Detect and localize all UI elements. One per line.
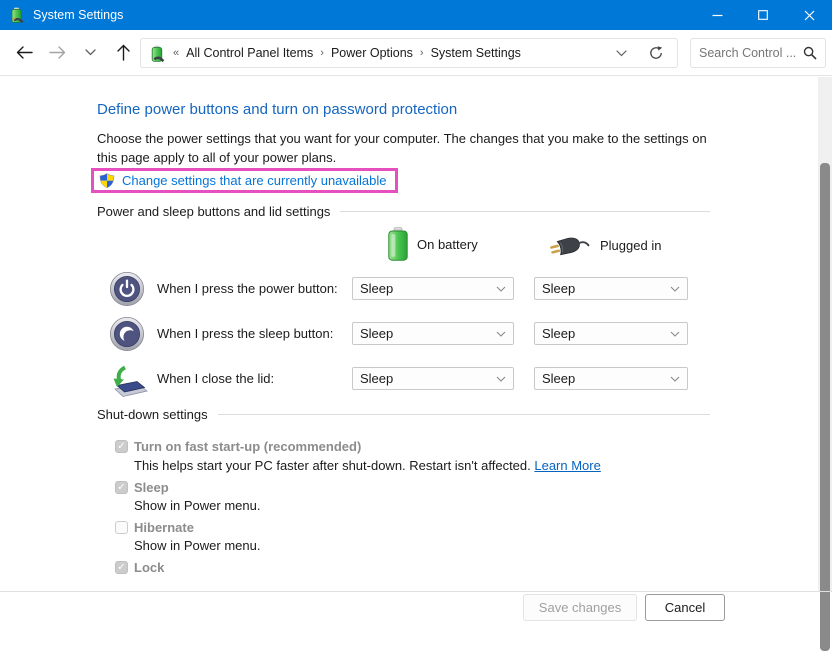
recent-pages-dropdown-icon[interactable] bbox=[74, 37, 107, 69]
sleep-option-description: Show in Power menu. bbox=[134, 498, 260, 513]
minimize-button[interactable] bbox=[694, 0, 740, 30]
sleep-option-label: Sleep bbox=[134, 480, 169, 495]
page-title: Define power buttons and turn on passwor… bbox=[97, 101, 457, 118]
sleep-checkbox[interactable]: ✓ bbox=[115, 481, 128, 494]
fast-startup-description: This helps start your PC faster after sh… bbox=[134, 458, 601, 473]
chevron-down-icon bbox=[496, 286, 506, 292]
dropdown-value: Sleep bbox=[542, 281, 575, 296]
title-bar: System Settings bbox=[0, 0, 832, 30]
hibernate-option: Hibernate bbox=[115, 520, 194, 535]
power-section-header: Power and sleep buttons and lid settings bbox=[97, 204, 710, 219]
change-settings-link[interactable]: Change settings that are currently unava… bbox=[122, 173, 387, 188]
fast-startup-label: Turn on fast start-up (recommended) bbox=[134, 439, 361, 454]
back-button[interactable] bbox=[8, 37, 41, 69]
section-divider bbox=[340, 211, 710, 212]
admin-link-highlight-box[interactable]: Change settings that are currently unava… bbox=[91, 168, 398, 193]
sleep-button-row-label: When I press the sleep button: bbox=[157, 326, 333, 341]
close-lid-plugged-in-dropdown[interactable]: Sleep bbox=[534, 367, 688, 390]
power-button-on-battery-dropdown[interactable]: Sleep bbox=[352, 277, 514, 300]
shutdown-section-title: Shut-down settings bbox=[97, 407, 208, 422]
power-button-plugged-in-dropdown[interactable]: Sleep bbox=[534, 277, 688, 300]
laptop-lid-icon bbox=[109, 365, 149, 398]
breadcrumb-item-all-control-panel-items[interactable]: All Control Panel Items bbox=[186, 46, 313, 60]
breadcrumb-separator: › bbox=[420, 47, 424, 59]
footer-divider bbox=[0, 591, 832, 592]
power-options-icon bbox=[149, 45, 166, 62]
sleep-option: ✓ Sleep bbox=[115, 480, 169, 495]
save-changes-button[interactable]: Save changes bbox=[523, 594, 637, 621]
sleep-button-on-battery-dropdown[interactable]: Sleep bbox=[352, 322, 514, 345]
fast-startup-checkbox[interactable]: ✓ bbox=[115, 440, 128, 453]
navigation-toolbar: « All Control Panel Items › Power Option… bbox=[0, 30, 832, 76]
dropdown-value: Sleep bbox=[542, 326, 575, 341]
plugged-in-column-header: Plugged in bbox=[549, 233, 661, 257]
fast-startup-option: ✓ Turn on fast start-up (recommended) bbox=[115, 439, 361, 454]
sleep-button-row: When I press the sleep button: Sleep Sle… bbox=[0, 316, 832, 356]
close-lid-row: When I close the lid: Sleep Sleep bbox=[0, 361, 832, 401]
fast-startup-description-text: This helps start your PC faster after sh… bbox=[134, 458, 534, 473]
dropdown-value: Sleep bbox=[360, 326, 393, 341]
section-divider bbox=[218, 414, 710, 415]
on-battery-label: On battery bbox=[417, 237, 478, 252]
shutdown-section-header: Shut-down settings bbox=[97, 407, 710, 422]
hibernate-checkbox[interactable] bbox=[115, 521, 128, 534]
up-button[interactable] bbox=[107, 37, 140, 69]
intro-text: Choose the power settings that you want … bbox=[97, 130, 713, 167]
close-lid-row-label: When I close the lid: bbox=[157, 371, 274, 386]
hibernate-option-label: Hibernate bbox=[134, 520, 194, 535]
forward-button[interactable] bbox=[41, 37, 74, 69]
search-input[interactable] bbox=[699, 46, 803, 60]
plugged-in-label: Plugged in bbox=[600, 238, 661, 253]
breadcrumb-separator: › bbox=[320, 47, 324, 59]
refresh-icon[interactable] bbox=[649, 46, 663, 60]
dropdown-value: Sleep bbox=[360, 281, 393, 296]
chevron-down-icon bbox=[496, 331, 506, 337]
lock-option: ✓ Lock bbox=[115, 560, 164, 575]
chevron-down-icon bbox=[670, 331, 680, 337]
close-lid-on-battery-dropdown[interactable]: Sleep bbox=[352, 367, 514, 390]
sleep-button-icon bbox=[109, 316, 145, 352]
search-icon[interactable] bbox=[803, 46, 817, 60]
chevron-down-icon bbox=[670, 286, 680, 292]
power-button-row: When I press the power button: Sleep Sle… bbox=[0, 271, 832, 311]
battery-icon bbox=[388, 227, 408, 261]
lock-checkbox[interactable]: ✓ bbox=[115, 561, 128, 574]
on-battery-column-header: On battery bbox=[388, 227, 478, 261]
maximize-button[interactable] bbox=[740, 0, 786, 30]
address-bar[interactable]: « All Control Panel Items › Power Option… bbox=[140, 38, 678, 68]
hibernate-option-description: Show in Power menu. bbox=[134, 538, 260, 553]
address-dropdown-icon[interactable] bbox=[616, 50, 627, 57]
learn-more-link[interactable]: Learn More bbox=[534, 458, 600, 473]
chevron-down-icon bbox=[670, 376, 680, 382]
search-box[interactable] bbox=[690, 38, 826, 68]
chevron-down-icon bbox=[496, 376, 506, 382]
window-title: System Settings bbox=[33, 8, 123, 22]
breadcrumb-item-system-settings[interactable]: System Settings bbox=[431, 46, 521, 60]
close-button[interactable] bbox=[786, 0, 832, 30]
scrollbar-thumb[interactable] bbox=[820, 163, 830, 651]
uac-shield-icon bbox=[99, 172, 115, 189]
app-battery-icon bbox=[9, 7, 25, 23]
dropdown-value: Sleep bbox=[542, 371, 575, 386]
power-button-icon bbox=[109, 271, 145, 307]
breadcrumb-overflow[interactable]: « bbox=[173, 47, 179, 59]
breadcrumb-item-power-options[interactable]: Power Options bbox=[331, 46, 413, 60]
power-button-row-label: When I press the power button: bbox=[157, 281, 338, 296]
cancel-button[interactable]: Cancel bbox=[645, 594, 725, 621]
lock-option-label: Lock bbox=[134, 560, 164, 575]
sleep-button-plugged-in-dropdown[interactable]: Sleep bbox=[534, 322, 688, 345]
plug-icon bbox=[549, 233, 591, 257]
dropdown-value: Sleep bbox=[360, 371, 393, 386]
power-section-title: Power and sleep buttons and lid settings bbox=[97, 204, 330, 219]
